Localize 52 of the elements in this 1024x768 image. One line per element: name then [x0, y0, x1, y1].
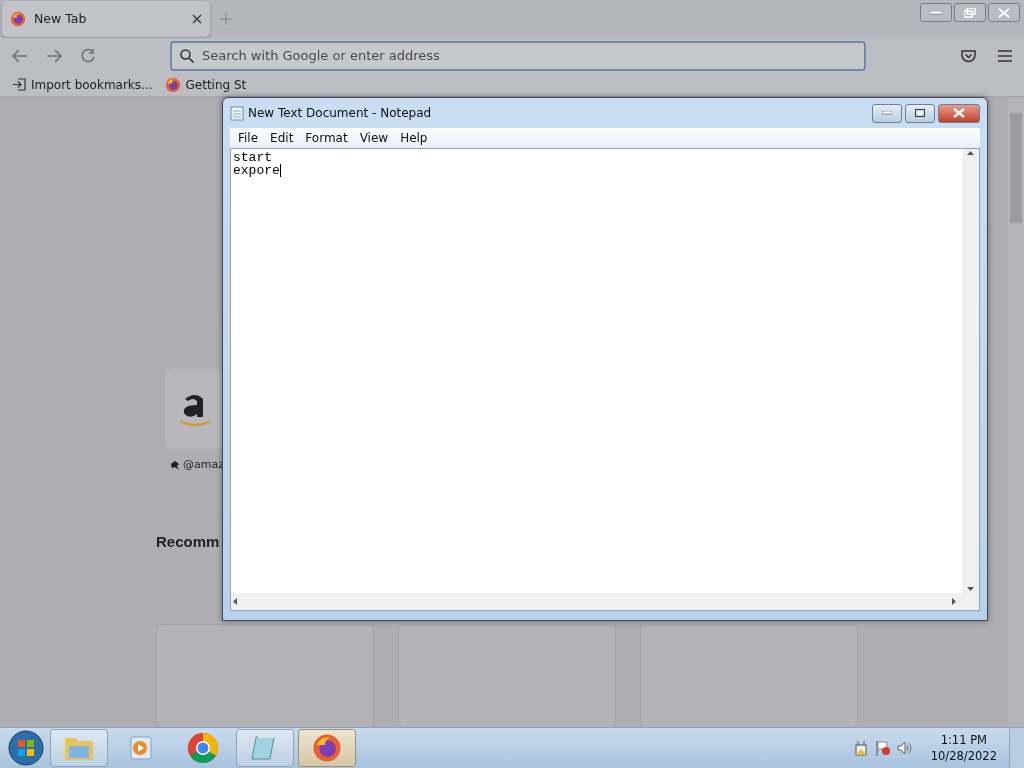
- horizontal-scrollbar[interactable]: [231, 593, 979, 610]
- bookmark[interactable]: Getting St: [164, 76, 247, 93]
- shortcut-label: @amaz: [183, 458, 224, 471]
- window-title: New Text Document - Notepad: [248, 106, 432, 120]
- clock[interactable]: 1:11 PM 10/28/2022: [930, 732, 997, 764]
- minimize-icon: [930, 10, 942, 15]
- speaker-icon[interactable]: [896, 740, 913, 756]
- close-button[interactable]: [938, 103, 980, 123]
- back-icon[interactable]: [12, 48, 28, 63]
- minimize-button[interactable]: [920, 3, 952, 22]
- down-arrow-icon[interactable]: [967, 587, 974, 591]
- right-arrow-icon[interactable]: [952, 598, 956, 605]
- minimize-icon: [882, 111, 892, 115]
- taskbar-button[interactable]: [298, 729, 356, 767]
- chrome-icon: [187, 732, 219, 764]
- bookmark[interactable]: Import bookmarks...: [12, 77, 153, 92]
- menu-item[interactable]: Help: [394, 129, 434, 147]
- notepad-icon: [230, 105, 244, 121]
- close-icon: [998, 7, 1010, 18]
- forward-icon[interactable]: [46, 48, 62, 63]
- menu-icon[interactable]: [998, 49, 1012, 62]
- restore-button[interactable]: [954, 3, 986, 22]
- section-heading: Recomm: [156, 533, 220, 550]
- close-icon: [953, 108, 965, 118]
- maximize-button[interactable]: [905, 103, 935, 123]
- pocket-icon[interactable]: [961, 48, 976, 63]
- close-button[interactable]: [988, 3, 1020, 22]
- address-field[interactable]: Search with Google or enter address: [170, 40, 866, 71]
- reload-icon[interactable]: [80, 47, 96, 64]
- start-button[interactable]: [6, 729, 46, 767]
- browser-tab[interactable]: New Tab: [2, 0, 210, 37]
- pin-icon: [170, 459, 180, 470]
- scrollbar[interactable]: [1008, 97, 1024, 728]
- network-icon[interactable]: [852, 740, 869, 756]
- close-icon[interactable]: [192, 13, 202, 24]
- flag-icon[interactable]: [874, 740, 891, 756]
- firefox-icon: [10, 10, 26, 27]
- firefox-icon: [164, 76, 181, 93]
- vertical-scrollbar[interactable]: [962, 149, 979, 593]
- left-arrow-icon[interactable]: [233, 598, 237, 605]
- import-icon: [12, 78, 26, 92]
- firefox-icon: [312, 733, 342, 763]
- search-icon: [180, 48, 194, 63]
- restore-icon: [964, 7, 976, 18]
- menu-item[interactable]: Edit: [264, 129, 300, 147]
- media-player-icon: [128, 735, 154, 761]
- menu-item[interactable]: Format: [299, 129, 354, 147]
- up-arrow-icon[interactable]: [967, 151, 974, 155]
- shortcut-tile[interactable]: [165, 369, 225, 449]
- menu-item[interactable]: File: [232, 129, 265, 147]
- maximize-icon: [915, 109, 925, 117]
- menu-item[interactable]: View: [353, 129, 395, 147]
